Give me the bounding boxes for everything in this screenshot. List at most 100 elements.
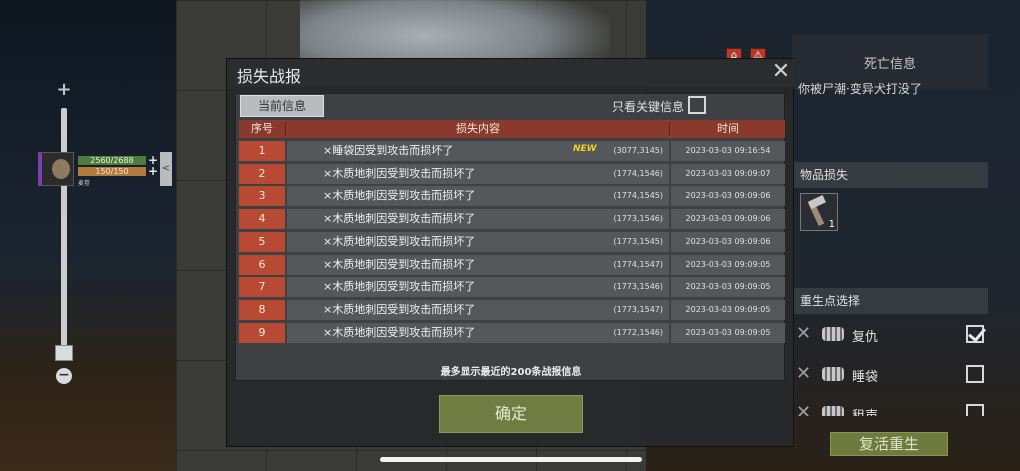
row-coordinates: (1773,1546): [613, 214, 663, 224]
column-divider: [669, 122, 670, 136]
row-coordinates: (1774,1545): [613, 191, 663, 201]
sleeping-bag-icon: [822, 367, 844, 381]
row-content-text: ×木质地刺因受到攻击而损坏了: [323, 189, 476, 203]
food-plus-icon[interactable]: +: [148, 165, 158, 177]
row-number: 9: [239, 322, 285, 343]
row-time: 2023-03-03 09:09:06: [671, 186, 785, 207]
confirm-button[interactable]: 确定: [439, 395, 583, 433]
column-header-content: 损失内容: [456, 122, 500, 135]
player-name: 麦卷: [78, 180, 91, 187]
respawn-option-label: 复仇: [852, 330, 879, 345]
row-content: ×木质地刺因受到攻击而损坏了 (1773,1545): [287, 231, 669, 252]
table-row[interactable]: 3 ×木质地刺因受到攻击而损坏了 (1774,1545) 2023-03-03 09:…: [239, 186, 785, 207]
table-row[interactable]: 4 ×木质地刺因受到攻击而损坏了 (1773,1546) 2023-03-03 09:…: [239, 209, 785, 230]
sleeping-bag-icon: [822, 406, 844, 416]
respawn-checkbox[interactable]: [966, 404, 984, 416]
remove-x-icon[interactable]: ✕: [796, 325, 814, 343]
row-time: 2023-03-03 09:09:05: [671, 322, 785, 343]
respawn-checkbox[interactable]: [966, 365, 984, 383]
row-coordinates: (1774,1547): [613, 259, 663, 269]
hud-collapse-button[interactable]: <: [160, 152, 172, 186]
row-content-text: ×木质地刺因受到攻击而损坏了: [323, 325, 476, 339]
respawn-option[interactable]: ✕ 租声: [796, 402, 986, 416]
row-content: ×木质地刺因受到攻击而损坏了 (1774,1546): [287, 163, 669, 184]
row-time: 2023-03-03 09:09:06: [671, 231, 785, 252]
row-coordinates: (1773,1547): [613, 304, 663, 314]
footer-note: 最多显示最近的200条战报信息: [440, 367, 582, 378]
modal-header: 损失战报 ✕: [227, 59, 795, 87]
row-time: 2023-03-03 09:09:05: [671, 299, 785, 320]
row-number: 7: [239, 277, 285, 298]
row-number: 8: [239, 299, 285, 320]
key-only-label: 只看关键信息: [612, 100, 685, 114]
item-count: 1: [828, 219, 835, 230]
row-content-text: ×木质地刺因受到攻击而损坏了: [323, 280, 476, 294]
row-time: 2023-03-03 09:09:05: [671, 277, 785, 298]
row-number: 4: [239, 209, 285, 230]
table-row[interactable]: 1 ×睡袋因受到攻击而损坏了 NEW (3077,3145) 2023-03-03 09…: [239, 141, 785, 161]
zoom-slider-track[interactable]: [61, 108, 67, 358]
row-content-text: ×木质地刺因受到攻击而损坏了: [323, 166, 476, 180]
table-row[interactable]: 7 ×木质地刺因受到攻击而损坏了 (1773,1546) 2023-03-03 09:…: [239, 277, 785, 298]
player-hud: 2560/2688 + 150/150 + 麦卷 <: [38, 152, 174, 188]
row-content: ×木质地刺因受到攻击而损坏了 (1774,1547): [287, 254, 669, 275]
hp-bar: 2560/2688: [78, 156, 146, 165]
report-panel: 当前信息 只看关键信息 序号 损失内容 时间 1 ×睡袋因受到攻击而损坏了 NEW (…: [235, 93, 785, 381]
row-number: 2: [239, 163, 285, 184]
row-content-text: ×木质地刺因受到攻击而损坏了: [323, 257, 476, 271]
home-indicator[interactable]: [380, 457, 642, 462]
row-time: 2023-03-03 09:09:05: [671, 254, 785, 275]
row-number: 1: [239, 141, 285, 161]
respawn-option-label: 租声: [852, 405, 878, 416]
row-coordinates: (3077,3145): [613, 146, 663, 155]
row-content: ×木质地刺因受到攻击而损坏了 (1774,1545): [287, 186, 669, 207]
avatar-portrait: [52, 159, 70, 179]
row-content-text: ×木质地刺因受到攻击而损坏了: [323, 234, 476, 248]
game-background-left: [0, 0, 180, 471]
zoom-slider-handle[interactable]: [55, 345, 73, 361]
row-content: ×木质地刺因受到攻击而损坏了 (1772,1546): [287, 322, 669, 343]
revive-button[interactable]: 复活重生: [830, 432, 948, 456]
close-icon[interactable]: ✕: [771, 61, 791, 83]
row-time: 2023-03-03 09:16:54: [671, 141, 785, 161]
new-badge: NEW: [573, 144, 597, 154]
respawn-option[interactable]: ✕ 复仇: [796, 323, 986, 347]
key-only-checkbox[interactable]: [688, 96, 706, 114]
row-number: 3: [239, 186, 285, 207]
table-row[interactable]: 2 ×木质地刺因受到攻击而损坏了 (1774,1546) 2023-03-03 09:…: [239, 163, 785, 184]
row-content: ×木质地刺因受到攻击而损坏了 (1773,1546): [287, 209, 669, 230]
table-row[interactable]: 6 ×木质地刺因受到攻击而损坏了 (1774,1547) 2023-03-03 09:…: [239, 254, 785, 275]
respawn-checkbox[interactable]: [966, 325, 984, 343]
row-content-text: ×睡袋因受到攻击而损坏了: [323, 144, 454, 157]
row-number: 6: [239, 254, 285, 275]
table-header: 序号 损失内容 时间: [239, 120, 785, 138]
loss-report-modal: 损失战报 ✕ 当前信息 只看关键信息 序号 损失内容 时间 1 ×睡袋因受到攻击而…: [226, 58, 795, 447]
row-content-text: ×木质地刺因受到攻击而损坏了: [323, 212, 476, 226]
items-lost-title: 物品损失: [792, 162, 988, 188]
remove-x-icon[interactable]: ✕: [796, 404, 814, 417]
hammer-head-icon: [808, 194, 826, 210]
column-header-num: 序号: [251, 122, 273, 135]
row-coordinates: (1773,1545): [613, 236, 663, 246]
column-header-time: 时间: [717, 122, 739, 135]
zoom-out-icon[interactable]: −: [56, 368, 72, 384]
row-number: 5: [239, 231, 285, 252]
row-coordinates: (1772,1546): [613, 327, 663, 337]
sleeping-bag-icon: [822, 327, 844, 341]
row-content: ×木质地刺因受到攻击而损坏了 (1773,1546): [287, 277, 669, 298]
respawn-option-label: 睡袋: [852, 370, 879, 385]
tab-current-info[interactable]: 当前信息: [240, 95, 324, 117]
avatar[interactable]: [38, 152, 74, 186]
death-info-title: 死亡信息: [863, 57, 916, 72]
respawn-option[interactable]: ✕ 睡袋: [796, 363, 986, 387]
remove-x-icon[interactable]: ✕: [796, 365, 814, 383]
row-coordinates: (1774,1546): [613, 168, 663, 178]
table-row[interactable]: 5 ×木质地刺因受到攻击而损坏了 (1773,1545) 2023-03-03 09:…: [239, 231, 785, 252]
lost-item-slot[interactable]: 1: [800, 193, 838, 231]
zoom-in-icon[interactable]: +: [56, 81, 72, 99]
table-row[interactable]: 8 ×木质地刺因受到攻击而损坏了 (1773,1547) 2023-03-03 09:…: [239, 299, 785, 320]
row-time: 2023-03-03 09:09:07: [671, 163, 785, 184]
food-bar: 150/150: [78, 167, 146, 176]
table-row[interactable]: 9 ×木质地刺因受到攻击而损坏了 (1772,1546) 2023-03-03 09:…: [239, 322, 785, 343]
modal-title: 损失战报: [237, 67, 302, 86]
